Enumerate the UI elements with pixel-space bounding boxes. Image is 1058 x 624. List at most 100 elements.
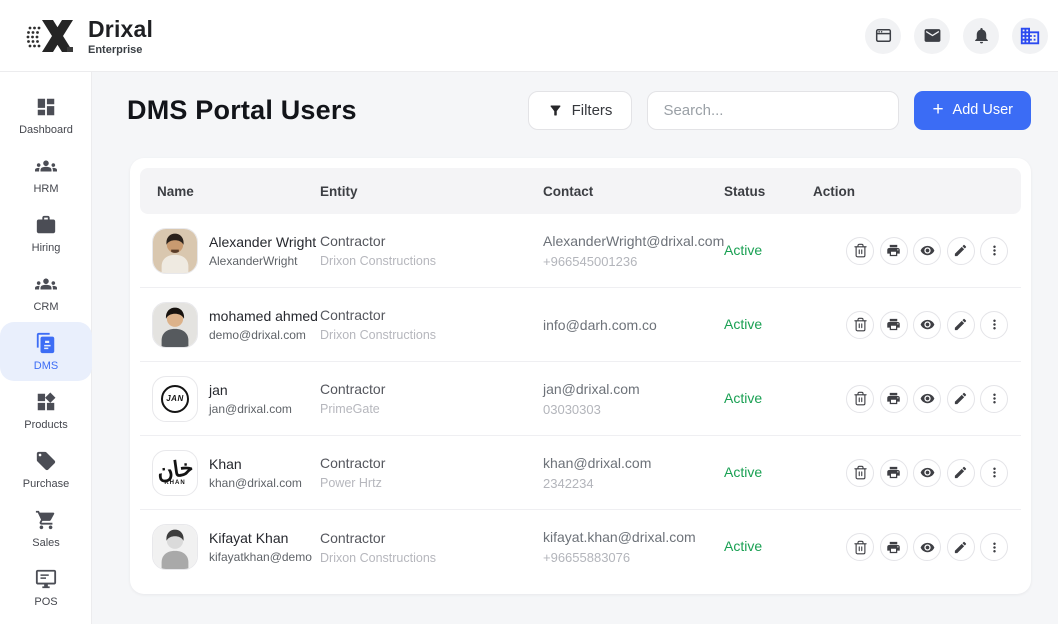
row-actions bbox=[813, 311, 1021, 339]
eye-icon bbox=[920, 540, 935, 555]
user-photo bbox=[153, 525, 197, 569]
notifications-button[interactable] bbox=[963, 18, 999, 54]
dashboard-icon bbox=[35, 96, 57, 118]
tag-icon bbox=[35, 450, 57, 472]
contact-phone: 03030303 bbox=[543, 402, 724, 417]
row-actions bbox=[813, 533, 1021, 561]
window-button[interactable] bbox=[865, 18, 901, 54]
table-row: mohamed ahmed demo@drixal.com Contractor… bbox=[140, 288, 1021, 362]
brand-logo[interactable]: Drixal Enterprise bbox=[26, 14, 153, 58]
entity-type: Contractor bbox=[320, 530, 543, 546]
sidebar-item-products[interactable]: Products bbox=[0, 381, 92, 440]
printer-icon bbox=[886, 317, 901, 332]
eye-icon bbox=[920, 465, 935, 480]
edit-button[interactable] bbox=[947, 459, 975, 487]
contact-email: khan@drixal.com bbox=[543, 455, 724, 471]
view-button[interactable] bbox=[913, 311, 941, 339]
print-button[interactable] bbox=[880, 311, 908, 339]
print-button[interactable] bbox=[880, 385, 908, 413]
bell-icon bbox=[972, 26, 991, 45]
edit-button[interactable] bbox=[947, 385, 975, 413]
top-bar: Drixal Enterprise bbox=[0, 0, 1058, 72]
page-header: DMS Portal Users Filters + Add User bbox=[127, 90, 1031, 130]
delete-button[interactable] bbox=[846, 311, 874, 339]
more-vertical-icon bbox=[987, 317, 1002, 332]
sidebar-item-dashboard[interactable]: Dashboard bbox=[0, 86, 92, 145]
people-group-icon bbox=[35, 273, 57, 295]
view-button[interactable] bbox=[913, 533, 941, 561]
entity-company: PrimeGate bbox=[320, 402, 543, 416]
sidebar-item-sales[interactable]: Sales bbox=[0, 499, 92, 558]
contact-phone: 2342234 bbox=[543, 476, 724, 491]
delete-button[interactable] bbox=[846, 237, 874, 265]
more-button[interactable] bbox=[980, 459, 1008, 487]
briefcase-icon bbox=[35, 214, 57, 236]
sidebar-item-hiring[interactable]: Hiring bbox=[0, 204, 92, 263]
documents-icon bbox=[35, 332, 57, 354]
print-button[interactable] bbox=[880, 237, 908, 265]
people-group-icon bbox=[35, 155, 57, 177]
printer-icon bbox=[886, 391, 901, 406]
add-user-button[interactable]: + Add User bbox=[914, 91, 1031, 130]
contact-phone: +966545001236 bbox=[543, 254, 724, 269]
delete-button[interactable] bbox=[846, 385, 874, 413]
print-button[interactable] bbox=[880, 533, 908, 561]
search-input[interactable] bbox=[647, 91, 899, 130]
mail-button[interactable] bbox=[914, 18, 950, 54]
more-vertical-icon bbox=[987, 540, 1002, 555]
entity-company: Drixon Constructions bbox=[320, 328, 543, 342]
entity-type: Contractor bbox=[320, 307, 543, 323]
user-username: kifayatkhan@demo bbox=[209, 550, 312, 564]
pos-monitor-icon bbox=[35, 568, 57, 590]
contact-email: jan@drixal.com bbox=[543, 381, 724, 397]
status-badge: Active bbox=[724, 464, 762, 480]
plus-icon: + bbox=[932, 100, 943, 119]
mail-icon bbox=[923, 26, 942, 45]
more-button[interactable] bbox=[980, 533, 1008, 561]
status-badge: Active bbox=[724, 242, 762, 258]
contact-email: AlexanderWright@drixal.com bbox=[543, 233, 724, 249]
column-name: Name bbox=[140, 184, 320, 199]
main-content: DMS Portal Users Filters + Add User Name… bbox=[92, 72, 1058, 624]
delete-button[interactable] bbox=[846, 533, 874, 561]
more-button[interactable] bbox=[980, 311, 1008, 339]
user-name: Alexander Wright bbox=[209, 234, 316, 250]
printer-icon bbox=[886, 540, 901, 555]
entity-company: Power Hrtz bbox=[320, 476, 543, 490]
page-title: DMS Portal Users bbox=[127, 95, 357, 126]
sidebar-item-purchase[interactable]: Purchase bbox=[0, 440, 92, 499]
user-photo bbox=[153, 229, 197, 273]
status-badge: Active bbox=[724, 390, 762, 406]
company-button[interactable] bbox=[1012, 18, 1048, 54]
topbar-actions bbox=[865, 18, 1048, 54]
sidebar-item-hrm[interactable]: HRM bbox=[0, 145, 92, 204]
status-badge: Active bbox=[724, 316, 762, 332]
delete-button[interactable] bbox=[846, 459, 874, 487]
page-controls: Filters + Add User bbox=[528, 91, 1031, 130]
edit-button[interactable] bbox=[947, 311, 975, 339]
view-button[interactable] bbox=[913, 385, 941, 413]
user-username: khan@drixal.com bbox=[209, 476, 302, 490]
window-icon bbox=[874, 26, 893, 45]
sidebar: Dashboard HRM Hiring CRM DMS Products Pu… bbox=[0, 72, 92, 624]
print-button[interactable] bbox=[880, 459, 908, 487]
edit-button[interactable] bbox=[947, 533, 975, 561]
filters-button[interactable]: Filters bbox=[528, 91, 633, 130]
more-button[interactable] bbox=[980, 385, 1008, 413]
avatar: JAN bbox=[152, 376, 198, 422]
sidebar-item-crm[interactable]: CRM bbox=[0, 263, 92, 322]
sidebar-item-dms[interactable]: DMS bbox=[0, 322, 92, 381]
printer-icon bbox=[886, 465, 901, 480]
entity-company: Drixon Constructions bbox=[320, 551, 543, 565]
sidebar-item-pos[interactable]: POS bbox=[0, 558, 92, 617]
column-contact: Contact bbox=[543, 184, 724, 199]
view-button[interactable] bbox=[913, 237, 941, 265]
edit-button[interactable] bbox=[947, 237, 975, 265]
more-button[interactable] bbox=[980, 237, 1008, 265]
user-username: AlexanderWright bbox=[209, 254, 316, 268]
view-button[interactable] bbox=[913, 459, 941, 487]
pencil-icon bbox=[953, 540, 968, 555]
table-row: خان KHAN Khan khan@drixal.com Contractor… bbox=[140, 436, 1021, 510]
users-table-card: Name Entity Contact Status Action bbox=[130, 158, 1031, 594]
column-action: Action bbox=[813, 184, 1021, 199]
